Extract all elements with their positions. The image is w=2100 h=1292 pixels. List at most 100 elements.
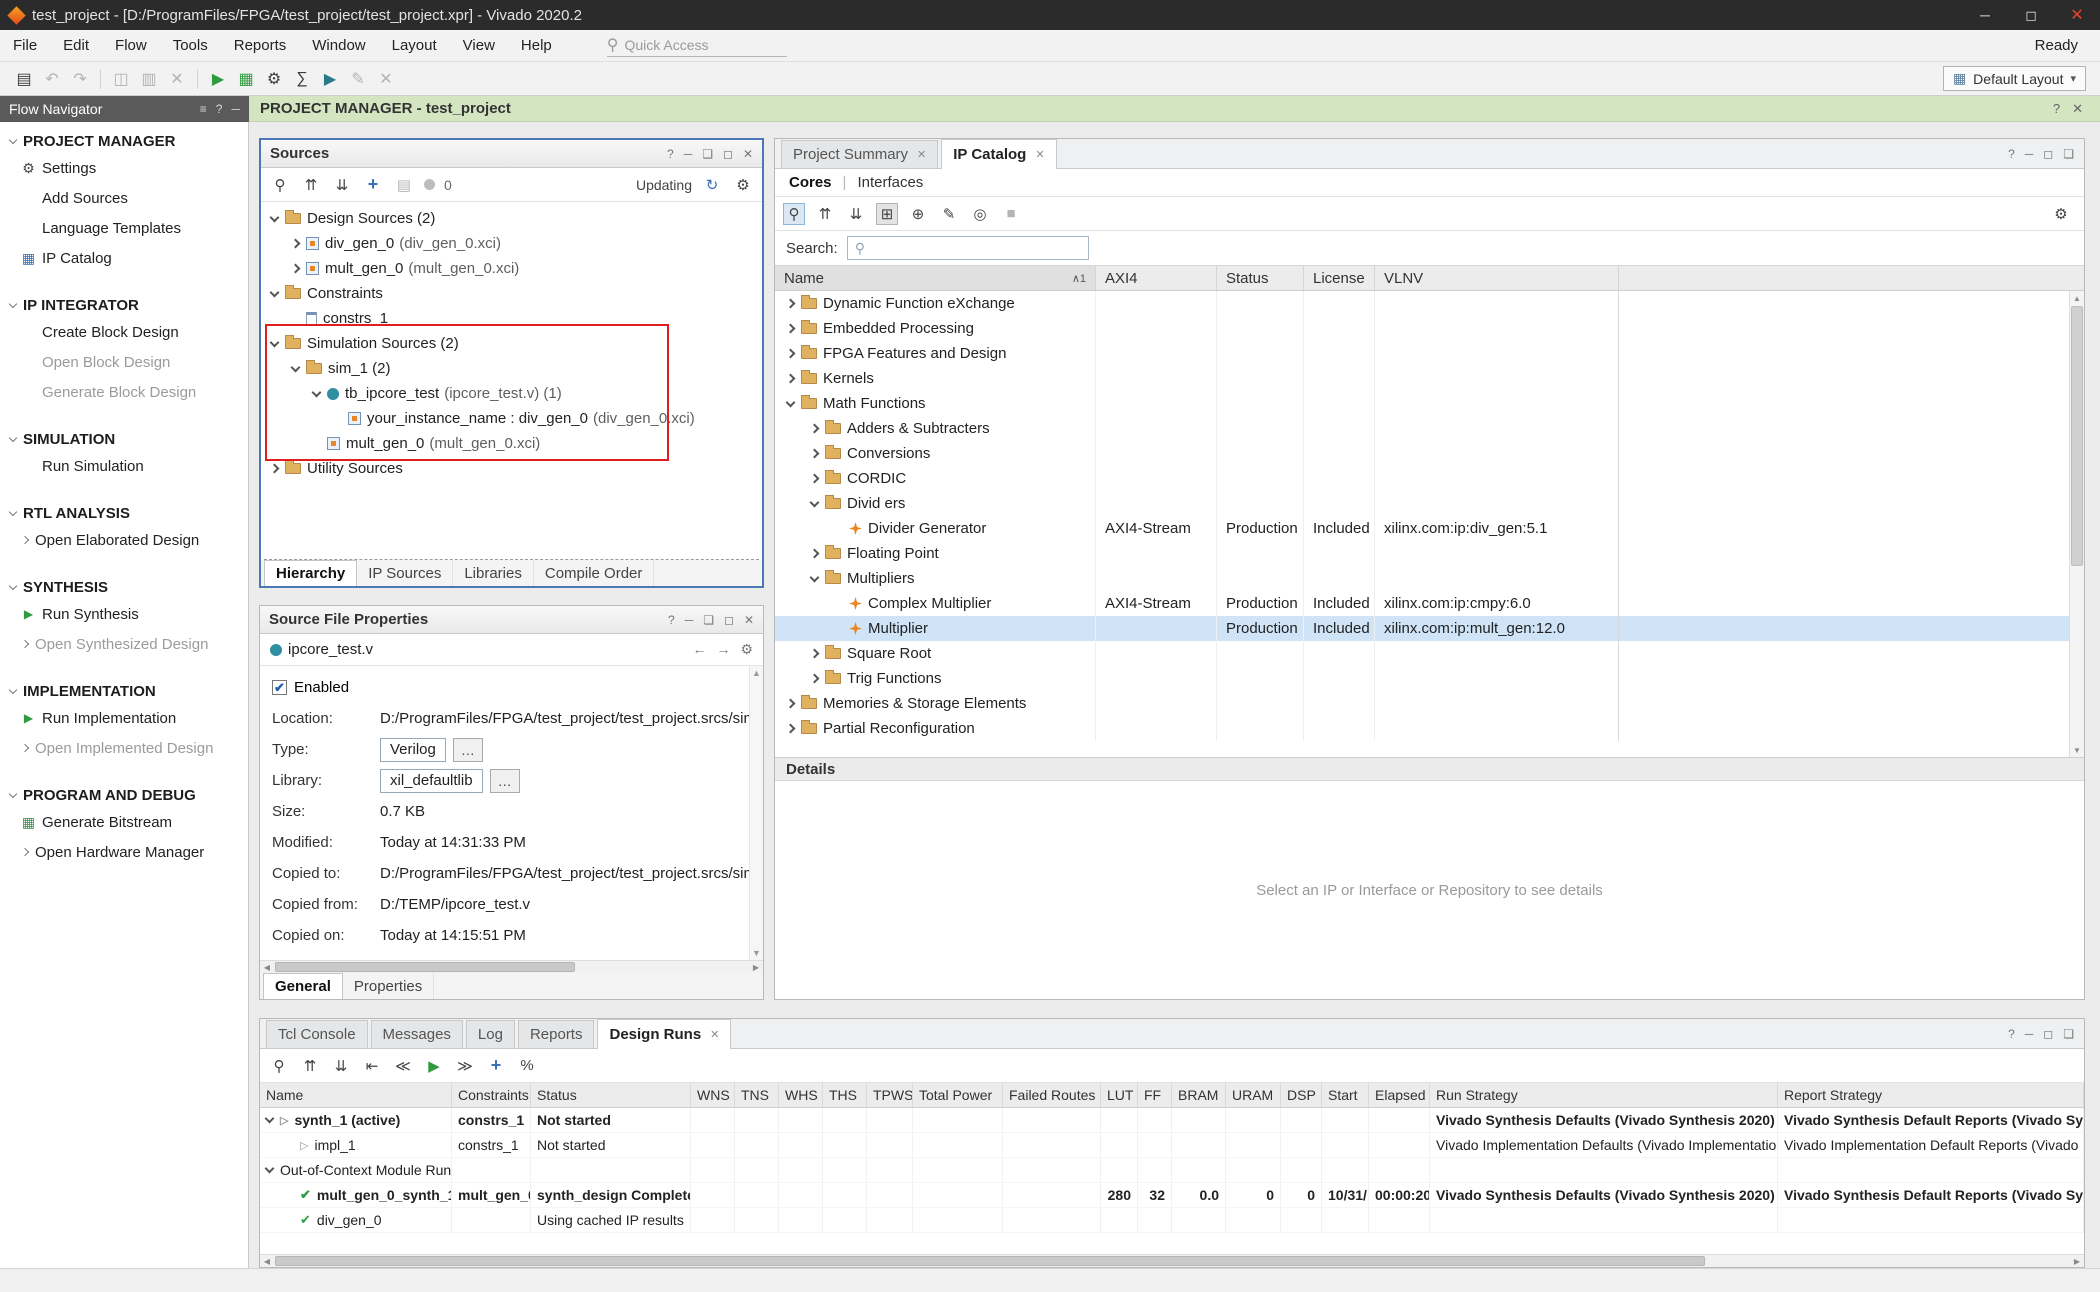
column-header-license[interactable]: License — [1304, 266, 1375, 290]
flow-item-open-synthesized-design[interactable]: Open Synthesized Design — [0, 629, 248, 659]
column-header-wns[interactable]: WNS — [691, 1083, 735, 1107]
ip-row-memories-storage-elements[interactable]: Memories & Storage Elements — [775, 691, 2069, 716]
search-icon[interactable]: ⚲ — [268, 1055, 290, 1077]
run-row-div-gen-0[interactable]: ✔div_gen_0Using cached IP results — [260, 1208, 2084, 1233]
maximize-icon[interactable]: ◻ — [723, 147, 733, 161]
customize-ip-icon[interactable]: ✎ — [938, 203, 960, 225]
menu-item-edit[interactable]: Edit — [50, 30, 102, 61]
ip-row-divider-generator[interactable]: Divider GeneratorAXI4-StreamProductionIn… — [775, 516, 2069, 541]
source-tree-item-simulation-sources-2[interactable]: Simulation Sources (2) — [261, 331, 762, 356]
float-icon[interactable]: ❏ — [703, 613, 714, 627]
flow-section-title[interactable]: PROGRAM AND DEBUG — [0, 784, 248, 807]
properties-tab-properties[interactable]: Properties — [343, 973, 434, 999]
flow-item-settings[interactable]: ⚙Settings — [0, 153, 248, 183]
collapse-all-icon[interactable]: ⇈ — [300, 174, 322, 196]
flow-item-generate-bitstream[interactable]: ▦Generate Bitstream — [0, 807, 248, 837]
ip-row-trig-functions[interactable]: Trig Functions — [775, 666, 2069, 691]
help-icon[interactable]: ? — [2008, 1027, 2015, 1041]
minimize-icon[interactable]: ─ — [685, 613, 694, 627]
settings-icon[interactable]: ⚙ — [260, 66, 288, 92]
undo-icon[interactable]: ↶ — [38, 66, 66, 92]
flow-section-title[interactable]: SYNTHESIS — [0, 576, 248, 599]
maximize-icon[interactable]: ◻ — [2008, 0, 2054, 30]
sources-tab-compile-order[interactable]: Compile Order — [534, 560, 655, 586]
column-header-uram[interactable]: URAM — [1226, 1083, 1281, 1107]
launch-step-icon[interactable]: ▶ — [316, 66, 344, 92]
column-header-vlnv[interactable]: VLNV — [1375, 266, 1619, 290]
tab-reports[interactable]: Reports — [518, 1020, 595, 1048]
column-header-lut[interactable]: LUT — [1101, 1083, 1138, 1107]
close-icon[interactable]: ✕ — [917, 148, 926, 161]
properties-tab-general[interactable]: General — [263, 973, 343, 999]
ip-row-complex-multiplier[interactable]: Complex MultiplierAXI4-StreamProductionI… — [775, 591, 2069, 616]
ip-row-kernels[interactable]: Kernels — [775, 366, 2069, 391]
menu-icon[interactable]: ≡ — [200, 102, 207, 116]
ip-row-embedded-processing[interactable]: Embedded Processing — [775, 316, 2069, 341]
scroll-left-icon[interactable]: ◀ — [260, 961, 274, 973]
quick-access-input[interactable] — [625, 37, 755, 53]
scrollbar-thumb[interactable] — [275, 1256, 1705, 1266]
source-tree-item-tb-ipcore-test[interactable]: tb_ipcore_test(ipcore_test.v) (1) — [261, 381, 762, 406]
source-tree-item-sim-1-2[interactable]: sim_1 (2) — [261, 356, 762, 381]
menu-item-view[interactable]: View — [450, 30, 508, 61]
source-tree-item-constraints[interactable]: Constraints — [261, 281, 762, 306]
source-tree-item-mult-gen-0[interactable]: mult_gen_0(mult_gen_0.xci) — [261, 256, 762, 281]
step-forward-icon[interactable]: ≫ — [454, 1055, 476, 1077]
properties-vertical-scrollbar[interactable]: ▲ ▼ — [749, 666, 763, 960]
column-header-ff[interactable]: FF — [1138, 1083, 1172, 1107]
browse-button[interactable]: … — [490, 769, 520, 793]
flow-section-title[interactable]: SIMULATION — [0, 428, 248, 451]
menu-item-flow[interactable]: Flow — [102, 30, 160, 61]
ip-search-input[interactable]: ⚲ — [847, 236, 1089, 260]
ip-row-math-functions[interactable]: Math Functions — [775, 391, 2069, 416]
subtab-interfaces[interactable]: Interfaces — [857, 174, 923, 191]
maximize-icon[interactable]: ◻ — [724, 613, 734, 627]
close-icon[interactable]: ✕ — [2054, 0, 2100, 30]
close-icon[interactable]: ✕ — [1035, 148, 1044, 161]
scroll-right-icon[interactable]: ▶ — [2070, 1255, 2084, 1267]
ip-row-divid-ers[interactable]: Divid ers — [775, 491, 2069, 516]
target-icon[interactable]: ◎ — [969, 203, 991, 225]
menu-item-help[interactable]: Help — [508, 30, 565, 61]
source-tree-item-constrs-1[interactable]: constrs_1 — [261, 306, 762, 331]
gear-icon[interactable]: ⚙ — [732, 174, 754, 196]
cancel-icon[interactable]: ✕ — [372, 66, 400, 92]
flow-item-add-sources[interactable]: Add Sources — [0, 183, 248, 213]
expand-all-icon[interactable]: ⇊ — [330, 1055, 352, 1077]
source-tree-item-design-sources-2[interactable]: Design Sources (2) — [261, 206, 762, 231]
menu-item-layout[interactable]: Layout — [379, 30, 450, 61]
scroll-left-icon[interactable]: ◀ — [260, 1255, 274, 1267]
ip-row-multiplier[interactable]: MultiplierProductionIncludedxilinx.com:i… — [775, 616, 2069, 641]
minimize-icon[interactable]: ─ — [2025, 1027, 2034, 1041]
scroll-up-icon[interactable]: ▲ — [752, 668, 761, 678]
column-header-axi4[interactable]: AXI4 — [1096, 266, 1217, 290]
layout-select[interactable]: ▦ Default Layout ▾ — [1943, 66, 2086, 91]
flow-item-open-elaborated-design[interactable]: Open Elaborated Design — [0, 525, 248, 555]
column-header-ths[interactable]: THS — [823, 1083, 867, 1107]
flow-section-title[interactable]: IMPLEMENTATION — [0, 680, 248, 703]
redo-icon[interactable]: ↷ — [66, 66, 94, 92]
column-header-dsp[interactable]: DSP — [1281, 1083, 1322, 1107]
help-icon[interactable]: ? — [216, 102, 223, 116]
step-back-icon[interactable]: ≪ — [392, 1055, 414, 1077]
create-run-icon[interactable]: + — [485, 1055, 507, 1077]
tab-project-summary[interactable]: Project Summary✕ — [781, 140, 938, 168]
close-icon[interactable]: ✕ — [744, 613, 754, 627]
sources-tab-ip-sources[interactable]: IP Sources — [357, 560, 453, 586]
collapse-all-icon[interactable]: ⇈ — [299, 1055, 321, 1077]
scrollbar-thumb[interactable] — [2071, 306, 2083, 566]
menu-item-file[interactable]: File — [0, 30, 50, 61]
expand-all-icon[interactable]: ⇊ — [331, 174, 353, 196]
minimize-icon[interactable]: ─ — [684, 147, 693, 161]
scrollbar-thumb[interactable] — [275, 962, 575, 972]
ip-row-multipliers[interactable]: Multipliers — [775, 566, 2069, 591]
close-icon[interactable]: ✕ — [2072, 101, 2083, 117]
flow-item-ip-catalog[interactable]: ▦IP Catalog — [0, 243, 248, 273]
column-header-start[interactable]: Start — [1322, 1083, 1369, 1107]
flow-item-open-implemented-design[interactable]: Open Implemented Design — [0, 733, 248, 763]
column-header-name[interactable]: Name∧1 — [775, 266, 1096, 290]
help-icon[interactable]: ? — [667, 147, 674, 161]
column-header-elapsed[interactable]: Elapsed — [1369, 1083, 1430, 1107]
float-icon[interactable]: ❏ — [702, 147, 713, 161]
close-icon[interactable]: ✕ — [743, 147, 753, 161]
